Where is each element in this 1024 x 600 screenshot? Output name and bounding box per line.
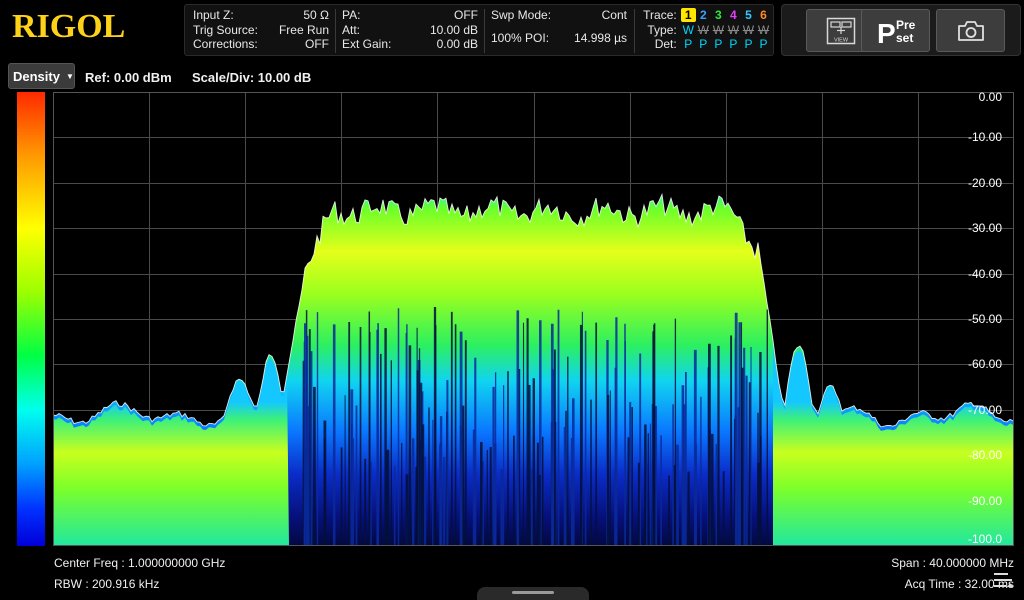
y-tick-label: -30.00 xyxy=(967,221,1002,235)
trace-det-5[interactable]: P xyxy=(741,37,756,51)
menu-icon[interactable] xyxy=(992,570,1014,590)
chevron-down-icon: ▼ xyxy=(65,71,74,81)
trace-type-5[interactable]: W xyxy=(741,23,756,37)
trace-type-3[interactable]: W xyxy=(711,23,726,37)
spectrum-plot[interactable] xyxy=(53,92,1014,546)
trace-number-3[interactable]: 3 xyxy=(711,8,726,22)
screenshot-button[interactable] xyxy=(936,9,1005,52)
amplitude-status-group: PA: OFF Att: 10.00 dB Ext Gain: 0.00 dB xyxy=(342,8,478,52)
scale-div: Scale/Div: 10.00 dB xyxy=(192,70,312,85)
trace-det-1[interactable]: P xyxy=(681,37,696,51)
corrections-label: Corrections: xyxy=(193,37,258,51)
trace-number-1[interactable]: 1 xyxy=(680,8,696,23)
view-icon: VIEW xyxy=(826,17,855,44)
y-tick-label: -70.00 xyxy=(967,403,1002,417)
trace-det-2[interactable]: P xyxy=(696,37,711,51)
display-mode-dropdown[interactable]: Density ▼ xyxy=(8,63,75,89)
att-value: 10.00 dB xyxy=(429,22,478,37)
corrections-value: OFF xyxy=(305,37,329,51)
poi-label: 100% POI: xyxy=(491,30,550,45)
trace-label: Trace: xyxy=(643,8,677,23)
type-label: Type: xyxy=(647,22,677,37)
density-colorbar xyxy=(17,92,45,546)
preset-button[interactable]: P Pre set xyxy=(861,9,930,52)
span[interactable]: Span : 40.000000 MHz xyxy=(891,556,1014,570)
bottom-drawer-handle[interactable] xyxy=(477,587,589,600)
y-tick-label: -60.00 xyxy=(967,357,1002,371)
trace-number-5[interactable]: 5 xyxy=(741,8,756,22)
ext-gain-value: 0.00 dB xyxy=(436,37,478,51)
swp-mode-label: Swp Mode: xyxy=(491,8,552,22)
y-tick-label: -50.00 xyxy=(967,312,1002,326)
trig-source-label: Trig Source: xyxy=(193,22,258,37)
trace-type-1[interactable]: W xyxy=(681,23,696,37)
signal-density xyxy=(53,192,1014,546)
display-mode-label: Density xyxy=(13,68,60,84)
det-label: Det: xyxy=(654,37,677,52)
trace-det-3[interactable]: P xyxy=(711,37,726,51)
rigol-logo: RIGOL xyxy=(12,8,126,45)
y-tick-label: -100.0 xyxy=(967,532,1002,546)
status-panel[interactable]: Input Z: 50 Ω Trig Source: Free Run Correc… xyxy=(184,4,774,56)
y-tick-label: -80.00 xyxy=(967,448,1002,462)
ref-level: Ref: 0.00 dBm xyxy=(85,70,172,85)
center-freq[interactable]: Center Freq : 1.000000000 GHz xyxy=(54,556,225,570)
status-divider xyxy=(634,9,635,53)
trace-number-6[interactable]: 6 xyxy=(756,8,771,22)
trace-type-4[interactable]: W xyxy=(726,23,741,37)
svg-text:P: P xyxy=(877,18,896,46)
top-bar: RIGOL Input Z: 50 Ω Trig Source: Free Run … xyxy=(0,0,1024,60)
y-tick-label: -40.00 xyxy=(967,267,1002,281)
pa-value: OFF xyxy=(454,8,478,22)
preset-icon: P Pre set xyxy=(877,18,916,46)
y-tick-label: 0.00 xyxy=(978,90,1002,104)
ext-gain-label: Ext Gain: xyxy=(342,37,392,51)
y-tick-label: -90.00 xyxy=(967,494,1002,508)
trig-source-value: Free Run xyxy=(278,22,329,37)
trace-det-4[interactable]: P xyxy=(726,37,741,51)
swp-mode-value: Cont xyxy=(601,8,627,22)
trace-grid[interactable]: Trace: 1 2 3 4 5 6 Type: W W W W W W Det: P P P P P P xyxy=(641,8,771,52)
trace-type-6[interactable]: W xyxy=(756,23,771,37)
camera-icon xyxy=(957,20,984,41)
input-z-value: 50 Ω xyxy=(303,8,329,22)
rbw[interactable]: RBW : 200.916 kHz xyxy=(54,577,159,591)
att-label: Att: xyxy=(342,22,361,37)
trace-number-4[interactable]: 4 xyxy=(726,8,741,22)
poi-value: 14.998 µs xyxy=(574,30,627,45)
status-divider xyxy=(484,9,485,53)
toolbar-button-group: VIEW P Pre set xyxy=(781,4,1021,56)
status-divider xyxy=(335,9,336,53)
pa-label: PA: xyxy=(342,8,361,22)
sweep-status-group: Swp Mode: Cont 100% POI: 14.998 µs xyxy=(491,8,627,45)
y-tick-label: -10.00 xyxy=(967,130,1002,144)
input-z-label: Input Z: xyxy=(193,8,234,22)
y-tick-label: -20.00 xyxy=(967,176,1002,190)
preset-bottom-label: set xyxy=(896,31,913,45)
trace-type-2[interactable]: W xyxy=(696,23,711,37)
trace-number-2[interactable]: 2 xyxy=(696,8,711,22)
preset-top-label: Pre xyxy=(896,18,916,32)
input-status-group: Input Z: 50 Ω Trig Source: Free Run Correc… xyxy=(193,8,329,52)
view-button-label: VIEW xyxy=(833,37,848,43)
trace-det-6[interactable]: P xyxy=(756,37,771,51)
